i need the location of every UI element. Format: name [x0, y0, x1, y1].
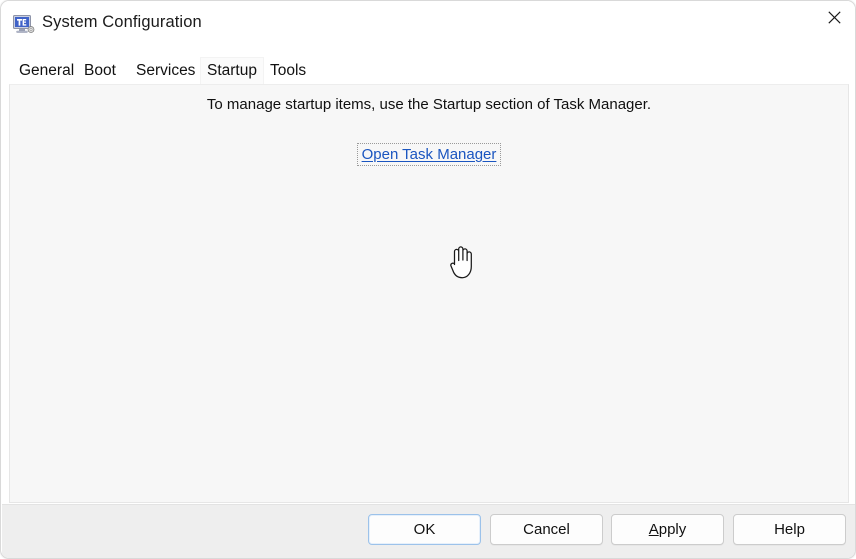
- tab-label: General: [19, 62, 75, 79]
- dialog-footer: OK Cancel Apply Help: [2, 504, 855, 558]
- tab-label: Services: [136, 62, 196, 79]
- cancel-button[interactable]: Cancel: [490, 514, 603, 545]
- apply-accesskey: A: [648, 521, 659, 538]
- cancel-button-label: Cancel: [523, 521, 570, 538]
- open-task-manager-link[interactable]: Open Task Manager: [362, 146, 497, 163]
- tab-services[interactable]: Services: [129, 57, 202, 85]
- apply-button[interactable]: Apply: [611, 514, 724, 545]
- system-configuration-window: System Configuration General Boot Servic…: [0, 0, 856, 559]
- tab-label: Boot: [84, 62, 116, 79]
- ok-button[interactable]: OK: [368, 514, 481, 545]
- startup-info-text: To manage startup items, use the Startup…: [206, 96, 652, 113]
- title-bar: System Configuration: [1, 1, 855, 49]
- apply-button-label: Apply: [648, 521, 687, 538]
- close-icon[interactable]: [811, 1, 855, 34]
- help-button-label: Help: [774, 521, 805, 538]
- tab-strip: General Boot Services Startup Tools: [1, 57, 855, 85]
- startup-tab-panel: To manage startup items, use the Startup…: [9, 84, 849, 503]
- tab-label: Startup: [207, 62, 257, 79]
- window-title: System Configuration: [42, 13, 202, 31]
- ok-button-label: OK: [413, 521, 436, 538]
- focus-outline: Open Task Manager: [356, 143, 502, 166]
- tab-startup[interactable]: Startup: [200, 57, 264, 85]
- open-task-manager-row: Open Task Manager: [10, 143, 848, 166]
- help-button[interactable]: Help: [733, 514, 846, 545]
- tab-boot[interactable]: Boot: [77, 57, 123, 85]
- tab-tools[interactable]: Tools: [263, 57, 313, 85]
- hand-pointer-cursor: [446, 242, 476, 280]
- tab-general[interactable]: General: [12, 57, 81, 85]
- system-configuration-icon: [13, 15, 35, 35]
- tab-label: Tools: [270, 62, 307, 79]
